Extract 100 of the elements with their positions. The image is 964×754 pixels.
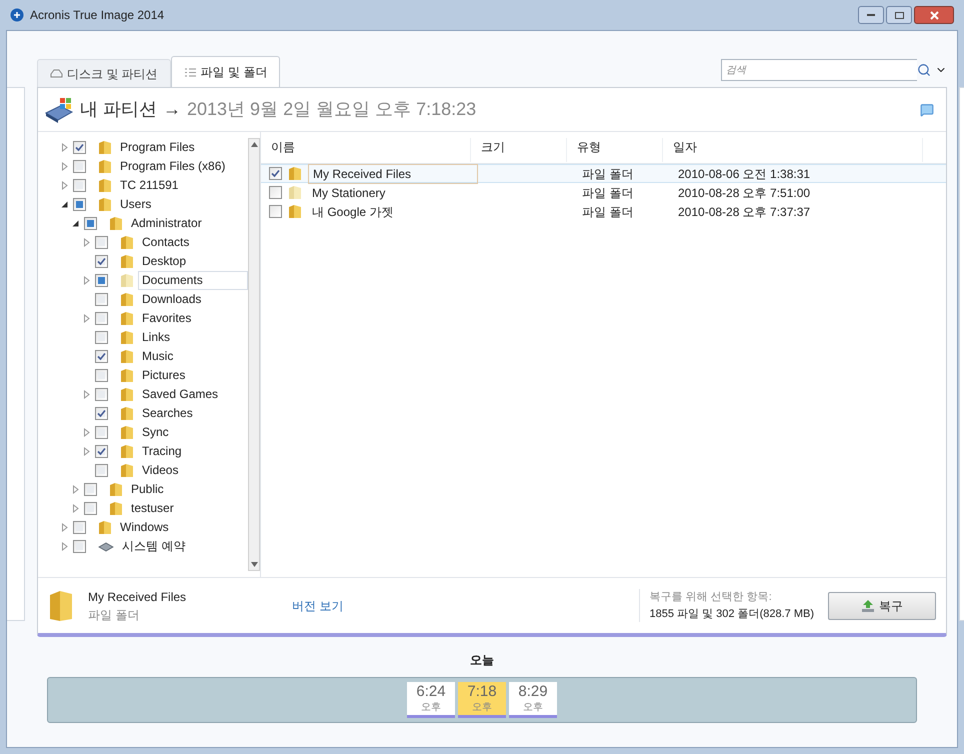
tree-item[interactable]: Tracing xyxy=(138,442,186,461)
file-name: My Stationery xyxy=(311,184,386,202)
collapsed-triangle-icon[interactable] xyxy=(60,523,69,532)
collapsed-triangle-icon[interactable] xyxy=(82,314,91,323)
checkbox[interactable] xyxy=(95,445,108,458)
tree-item[interactable]: Videos xyxy=(138,461,182,480)
column-header[interactable]: 일자 xyxy=(663,138,923,162)
comment-icon[interactable] xyxy=(920,102,934,116)
minimize-button[interactable] xyxy=(858,6,884,24)
backup-version[interactable]: 6:24 오후 xyxy=(407,682,455,718)
timeline-day-label: 오늘 xyxy=(470,652,494,669)
checkbox[interactable] xyxy=(73,198,86,211)
drive-with-windows-logo-icon xyxy=(44,96,74,124)
tree-item[interactable]: Favorites xyxy=(138,309,196,328)
collapsed-triangle-icon[interactable] xyxy=(71,485,80,494)
tree-item[interactable]: Contacts xyxy=(138,233,194,252)
view-versions-link[interactable]: 버전 보기 xyxy=(292,596,344,614)
checkbox[interactable] xyxy=(95,407,108,420)
folder-icon xyxy=(98,520,112,535)
column-header[interactable]: 크기 xyxy=(471,138,567,162)
file-date: 2010-08-06 오전 1:38:31 xyxy=(678,166,812,182)
window-title: Acronis True Image 2014 xyxy=(30,7,164,24)
tree-item[interactable]: Administrator xyxy=(127,214,206,233)
tree-item[interactable]: Documents xyxy=(138,271,248,290)
tree-item[interactable]: Public xyxy=(127,480,168,499)
checkbox[interactable] xyxy=(269,205,282,218)
checkbox[interactable] xyxy=(95,255,108,268)
tree-item[interactable]: Program Files xyxy=(116,138,199,157)
collapsed-triangle-icon[interactable] xyxy=(82,276,91,285)
scroll-up-icon[interactable] xyxy=(250,142,258,147)
collapsed-triangle-icon[interactable] xyxy=(82,428,91,437)
tree-item[interactable]: Saved Games xyxy=(138,385,222,404)
checkbox[interactable] xyxy=(95,388,108,401)
tree-item[interactable]: TC 211591 xyxy=(116,176,182,195)
expanded-triangle-icon[interactable] xyxy=(71,219,80,228)
checkbox[interactable] xyxy=(95,274,108,287)
checkbox[interactable] xyxy=(84,502,97,515)
check-icon xyxy=(271,169,280,178)
checkbox[interactable] xyxy=(95,464,108,477)
checkbox[interactable] xyxy=(73,160,86,173)
collapsed-triangle-icon[interactable] xyxy=(60,542,69,551)
recover-button[interactable]: 복구 xyxy=(828,592,936,620)
expanded-triangle-icon[interactable] xyxy=(60,200,69,209)
checkbox[interactable] xyxy=(84,217,97,230)
tree-item[interactable]: Pictures xyxy=(138,366,190,385)
app-logo-icon xyxy=(10,8,24,22)
collapsed-triangle-icon[interactable] xyxy=(82,238,91,247)
column-header[interactable]: 유형 xyxy=(567,138,663,162)
collapsed-triangle-icon[interactable] xyxy=(82,390,91,399)
tree-item[interactable]: Sync xyxy=(138,423,173,442)
backup-version[interactable]: 8:29 오후 xyxy=(509,682,557,718)
tree-item[interactable]: testuser xyxy=(127,499,178,518)
tree-item[interactable]: Windows xyxy=(116,518,173,537)
checkbox[interactable] xyxy=(73,540,86,553)
collapsed-triangle-icon[interactable] xyxy=(60,162,69,171)
search-icon[interactable] xyxy=(917,63,931,77)
checkbox[interactable] xyxy=(95,350,108,363)
maximize-icon xyxy=(894,12,904,18)
checkbox[interactable] xyxy=(95,369,108,382)
checkbox[interactable] xyxy=(73,179,86,192)
search-field[interactable]: 검색 xyxy=(721,59,917,81)
tree-item[interactable]: Searches xyxy=(138,404,197,423)
folder-icon xyxy=(109,216,123,231)
checkbox[interactable] xyxy=(269,186,282,199)
maximize-button[interactable] xyxy=(886,6,912,24)
folder-icon xyxy=(120,330,134,345)
checkbox[interactable] xyxy=(73,141,86,154)
column-header[interactable]: 이름 xyxy=(261,138,471,162)
tab[interactable]: 파일 및 폴더 xyxy=(170,56,280,87)
close-button[interactable] xyxy=(914,6,954,24)
checkbox[interactable] xyxy=(95,331,108,344)
folder-icon xyxy=(48,588,74,622)
checkbox[interactable] xyxy=(95,312,108,325)
tree-item[interactable]: Downloads xyxy=(138,290,206,309)
checkbox[interactable] xyxy=(95,293,108,306)
file-row[interactable]: My Stationery 파일 폴더 2010-08-28 오후 7:51:00 xyxy=(261,183,946,202)
tree-item[interactable]: Users xyxy=(116,195,156,214)
tree-item[interactable]: Music xyxy=(138,347,178,366)
collapsed-triangle-icon[interactable] xyxy=(60,143,69,152)
collapsed-triangle-icon[interactable] xyxy=(71,504,80,513)
file-row[interactable]: 내 Google 가젯 파일 폴더 2010-08-28 오후 7:37:37 xyxy=(261,202,946,221)
tree-item[interactable]: Desktop xyxy=(138,252,190,271)
checkbox[interactable] xyxy=(84,483,97,496)
tree-item[interactable]: Links xyxy=(138,328,174,347)
backup-version[interactable]: 7:18 오후 xyxy=(458,682,506,718)
checkbox[interactable] xyxy=(73,521,86,534)
checkbox[interactable] xyxy=(95,426,108,439)
collapsed-triangle-icon[interactable] xyxy=(60,181,69,190)
folder-icon xyxy=(98,197,112,212)
collapsed-triangle-icon[interactable] xyxy=(82,447,91,456)
checkbox[interactable] xyxy=(269,167,282,180)
tab[interactable]: 디스크 및 파티션 xyxy=(37,59,171,87)
file-row[interactable]: My Received Files 파일 폴더 2010-08-06 오전 1:38:31 xyxy=(261,164,946,183)
checkbox[interactable] xyxy=(95,236,108,249)
tree-item[interactable]: Program Files (x86) xyxy=(116,157,230,176)
list-icon xyxy=(184,66,197,78)
scroll-down-icon[interactable] xyxy=(250,562,258,567)
tree-item[interactable]: 시스템 예약 xyxy=(118,537,190,556)
minimize-icon xyxy=(867,14,875,16)
folder-icon xyxy=(120,273,134,288)
